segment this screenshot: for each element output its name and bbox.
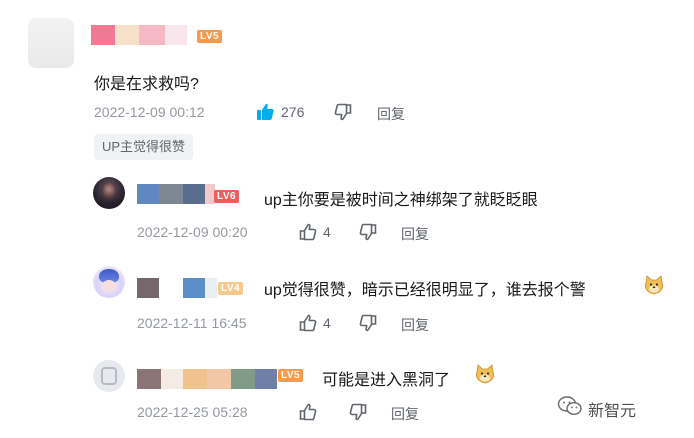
avatar[interactable] <box>93 266 125 298</box>
thumbs-down-icon[interactable] <box>359 314 377 332</box>
comment-timestamp: 2022-12-09 00:12 <box>94 104 205 120</box>
like-count: 4 <box>323 224 331 240</box>
watermark-label: 新智元 <box>588 403 637 420</box>
comment-text: 你是在求救吗? <box>94 76 199 93</box>
reply-button[interactable]: 回复 <box>377 104 405 124</box>
reply-text: 可能是进入黑洞了 <box>322 372 451 389</box>
reply-timestamp: 2022-12-25 05:28 <box>137 404 248 420</box>
reply-timestamp: 2022-12-11 16:45 <box>137 315 247 331</box>
thumbs-down-icon[interactable] <box>334 103 352 121</box>
reply-button[interactable]: 回复 <box>401 224 429 244</box>
avatar[interactable] <box>28 18 74 68</box>
reply-button[interactable]: 回复 <box>401 315 429 335</box>
thumbs-up-icon[interactable] <box>299 403 317 421</box>
level-badge: LV5 <box>278 369 304 382</box>
doge-emoji-icon <box>644 275 664 295</box>
reply-text: up觉得很赞，暗示已经很明显了，谁去报个警 <box>264 282 586 299</box>
level-badge: LV6 <box>214 190 240 203</box>
thumbs-down-icon[interactable] <box>349 403 367 421</box>
avatar[interactable] <box>93 360 125 392</box>
thumbs-up-icon[interactable] <box>299 223 317 241</box>
level-badge: LV5 <box>197 30 223 43</box>
thumbs-down-icon[interactable] <box>359 223 377 241</box>
reply-timestamp: 2022-12-09 00:20 <box>137 224 248 240</box>
level-badge: LV4 <box>218 282 244 295</box>
wechat-icon <box>557 396 582 416</box>
like-count: 4 <box>323 315 331 331</box>
thumbs-up-icon[interactable] <box>299 314 317 332</box>
reply-text: up主你要是被时间之神绑架了就眨眨眼 <box>264 192 538 209</box>
avatar[interactable] <box>93 177 125 209</box>
doge-emoji-icon <box>475 364 495 384</box>
like-count: 276 <box>281 104 305 120</box>
up-liked-tag: UP主觉得很赞 <box>94 134 194 160</box>
reply-button[interactable]: 回复 <box>391 404 419 424</box>
thumbs-up-icon[interactable] <box>256 103 274 121</box>
